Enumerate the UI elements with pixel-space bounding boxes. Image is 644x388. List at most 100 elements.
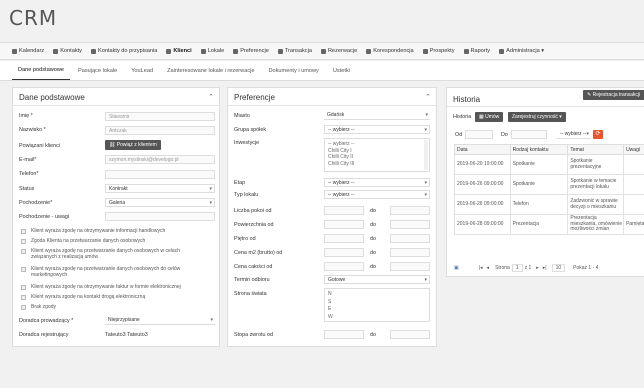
range-to-input[interactable]	[390, 262, 430, 271]
range-to-input[interactable]	[390, 220, 430, 229]
consent-item[interactable]: Klient wyraża zgodę na przetwarzanie dan…	[21, 266, 181, 278]
doradca-label: Doradca prowadzący *	[19, 318, 74, 324]
subtab[interactable]: Zainteresowane lokale i rezerwacje	[161, 68, 260, 80]
consent-item[interactable]: Klient wyraża zgodę na przetwarzanie dan…	[21, 248, 181, 260]
consent-item[interactable]: Klient wyraża zgodę na kontakt drogą ele…	[21, 294, 181, 300]
next-page-icon[interactable]: ▸	[536, 265, 539, 271]
nav-item[interactable]: Preferencje	[233, 48, 269, 54]
nav-item[interactable]: Administracja ▾	[499, 48, 544, 54]
nav-item[interactable]: Raporty	[463, 48, 490, 54]
zarejestruj-button[interactable]: Zarejestruj czynność ▾	[508, 112, 566, 122]
range-to-input[interactable]	[390, 234, 430, 243]
file-icon[interactable]: ▣	[454, 265, 459, 271]
checkbox[interactable]	[21, 267, 26, 272]
imie-input[interactable]: Sławomir	[105, 112, 215, 121]
subtab[interactable]: Pasujące lokale	[72, 68, 123, 80]
range-from-input[interactable]	[324, 234, 364, 243]
status-select[interactable]: Kontrakt	[105, 184, 215, 193]
checkbox[interactable]	[21, 295, 26, 300]
page-input[interactable]: 1	[511, 264, 523, 272]
inwestycje-option[interactable]: Chilli City III	[328, 161, 426, 168]
do-date-input[interactable]	[511, 130, 547, 139]
table-row[interactable]: 2019-06-26 09:00:00 Spotkanie Spotkanie w …	[454, 174, 644, 195]
typ-select[interactable]: -- wybierz --	[324, 190, 430, 199]
hist-type-select[interactable]: -- wybierz --	[557, 130, 591, 139]
subtab[interactable]: Dokumenty i umowy	[262, 68, 324, 80]
grupa-select[interactable]: -- wybierz --	[324, 125, 430, 134]
nav-item[interactable]: Kontakty	[53, 48, 82, 54]
stopa-od-input[interactable]	[324, 330, 364, 339]
strona-option[interactable]: N	[328, 291, 426, 299]
subtab[interactable]: Dane podstawowe	[12, 67, 71, 80]
nav-item[interactable]: Transakcja	[277, 48, 312, 54]
checkbox[interactable]	[21, 229, 26, 234]
doradca-select[interactable]: Nieprzypisane	[105, 316, 215, 325]
subtab[interactable]: YouLead	[125, 68, 159, 80]
hist-pager: ▣ |◂ ◂ Strona 1 z 1 ▸ ▸| 10 Pokaż 1 - 4	[454, 264, 599, 272]
checkbox[interactable]	[21, 285, 26, 290]
umow-button[interactable]: ▦ Umów	[475, 112, 504, 122]
register-transaction-button[interactable]: ✎ Rejestracja transakcji	[583, 90, 644, 100]
listbox-scrollbar[interactable]	[424, 140, 428, 170]
stopa-do-input[interactable]	[390, 330, 430, 339]
strona-listbox[interactable]: N S E W	[324, 288, 430, 322]
uwagi-input[interactable]	[105, 212, 215, 221]
telefon-input[interactable]	[105, 170, 215, 179]
od-date-input[interactable]	[465, 130, 493, 139]
nav-item[interactable]: Kontakty do przypisania	[90, 48, 157, 54]
range-from-input[interactable]	[324, 248, 364, 257]
checkbox[interactable]	[21, 239, 26, 244]
col-header[interactable]: Uwagi	[623, 144, 644, 155]
nav-item[interactable]: Lokale	[200, 48, 224, 54]
miasto-label: Miasto	[234, 113, 250, 119]
pochodzenie-select[interactable]: Galeria	[105, 198, 215, 207]
etap-select[interactable]: -- wybierz --	[324, 178, 430, 187]
range-to-input[interactable]	[390, 248, 430, 257]
table-cell: Pamiętaj	[623, 214, 644, 235]
prev-page-icon[interactable]: ◂	[487, 265, 490, 271]
table-row[interactable]: 2019-06-26 09:00:00 Telefon Zadzwonić w sp…	[454, 194, 644, 215]
miasto-select[interactable]: Gdańsk	[324, 111, 430, 120]
refresh-button[interactable]: ⟳	[593, 130, 603, 139]
subtab[interactable]: Ustetki	[327, 68, 356, 80]
range-to-input[interactable]	[390, 206, 430, 215]
pochodzenie-label: Pochodzenie*	[19, 200, 53, 206]
consent-item[interactable]: Zgoda Klienta na przetwarzanie danych os…	[21, 238, 181, 244]
nav-item[interactable]: Klienci	[166, 48, 192, 54]
nav-item[interactable]: Kalendarz	[12, 48, 44, 54]
strona-option[interactable]: E	[328, 306, 426, 314]
hist-tab[interactable]: Historia	[453, 114, 471, 120]
nav-item[interactable]: Korespondencja	[366, 48, 414, 54]
consent-item[interactable]: Brak zgody	[21, 304, 181, 310]
email-input[interactable]: szymon.myslinski@develogo.pl	[105, 155, 215, 164]
strona-option[interactable]: S	[328, 299, 426, 307]
range-from-input[interactable]	[324, 206, 364, 215]
nav-item[interactable]: Prospekty	[422, 48, 455, 54]
consent-item[interactable]: Klient wyraża zgodę na otrzymywanie info…	[21, 228, 181, 234]
table-row[interactable]: 2019-06-20 19:00:00 Spotkanie Spotkanie pr…	[454, 154, 644, 175]
range-from-input[interactable]	[324, 262, 364, 271]
collapse-icon[interactable]: ⌃	[208, 93, 214, 101]
inwestycje-listbox[interactable]: -- wybierz -- Chilli City I Chilli City …	[324, 138, 430, 172]
col-header[interactable]: Data	[454, 144, 511, 155]
termin-select[interactable]: Gotowe	[324, 275, 430, 284]
last-page-icon[interactable]: ▸|	[543, 265, 547, 271]
folder-icon	[422, 48, 428, 54]
table-cell: Zadzwonić w sprawie decyzji o mieszkaniu	[567, 194, 625, 215]
consent-item[interactable]: Klient wyraża zgodę na otrzymywanie fakt…	[21, 284, 181, 290]
nazwisko-input[interactable]: Antczak	[105, 126, 215, 135]
collapse-icon[interactable]: ⌃	[425, 93, 431, 101]
table-row[interactable]: 2019-06-28 09:00:00 Prezentacja Prezentacj…	[454, 214, 644, 235]
page-size-select[interactable]: 10	[551, 264, 566, 272]
range-from-input[interactable]	[324, 220, 364, 229]
range-do-label: do	[370, 208, 376, 214]
col-header[interactable]: Temat	[567, 144, 625, 155]
checkbox[interactable]	[21, 249, 26, 254]
table-header-row: Data Rodzaj kontaktu Temat Uwagi	[454, 144, 644, 155]
powiaz-button[interactable]: ⛓ Powiąż z klientem	[105, 140, 161, 150]
nav-item[interactable]: Rezerwacje	[320, 48, 357, 54]
first-page-icon[interactable]: |◂	[479, 265, 483, 271]
strona-option[interactable]: W	[328, 314, 426, 322]
checkbox[interactable]	[21, 305, 26, 310]
col-header[interactable]: Rodzaj kontaktu	[509, 144, 569, 155]
